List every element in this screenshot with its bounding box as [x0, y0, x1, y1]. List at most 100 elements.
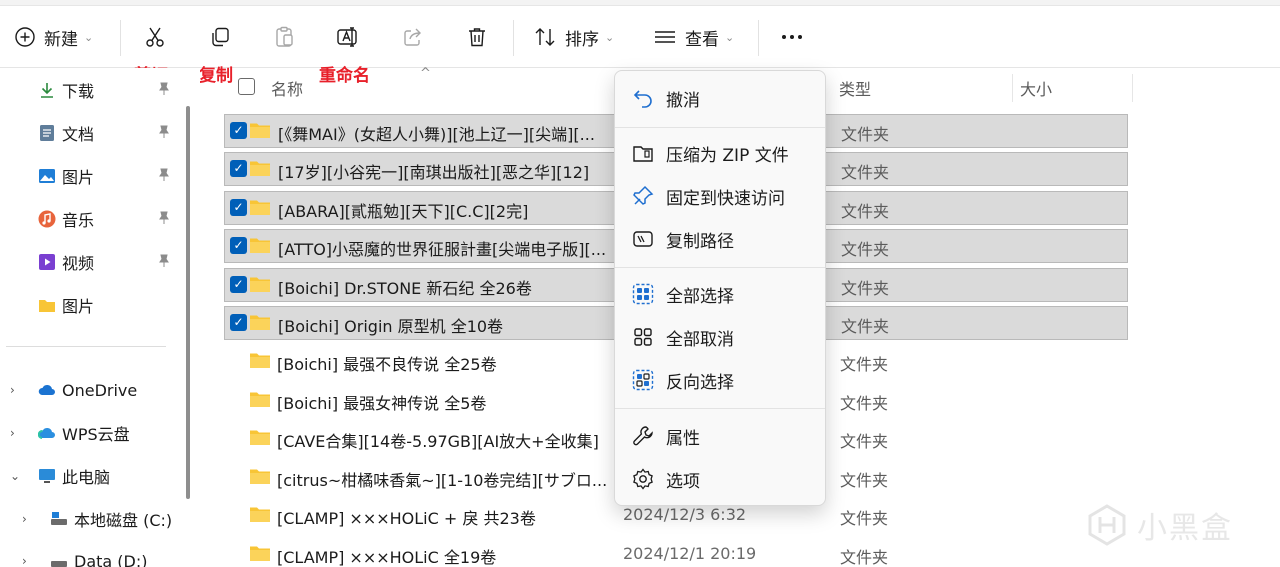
file-name: [CAVE合集][14卷-5.97GB][AI放大+全收集]: [277, 432, 599, 451]
chevron-right-icon[interactable]: ›: [10, 426, 15, 440]
menu-item-label: 属性: [666, 428, 700, 449]
menu-item-pin-quick-access[interactable]: 固定到快速访问: [619, 177, 821, 215]
nav-item-pictures-folder[interactable]: 图片: [0, 288, 178, 322]
menu-item-invert-selection[interactable]: 反向选择: [619, 361, 821, 399]
chevron-down-icon[interactable]: ⌄: [10, 469, 20, 483]
row-checkbox[interactable]: ✓: [230, 160, 247, 177]
pin-icon: [158, 124, 170, 143]
share-icon: [404, 28, 421, 46]
nav-item-this-pc[interactable]: ⌄ 此电脑: [0, 459, 178, 493]
list-view-icon: [655, 31, 675, 43]
menu-item-properties[interactable]: 属性: [619, 417, 821, 455]
paste-icon: [276, 26, 293, 47]
wps-cloud-icon: [38, 427, 55, 439]
nav-item-label: 下载: [62, 82, 95, 101]
chevron-down-icon: ⌄: [725, 30, 735, 44]
nav-scrollbar[interactable]: [186, 106, 190, 499]
sort-button[interactable]: 排序 ⌄: [533, 18, 614, 56]
nav-item-videos[interactable]: 视频: [0, 245, 178, 279]
file-name: [《舞MAI》(女超人小舞)][池上辽一][尖端][...: [278, 125, 595, 144]
undo-icon: [633, 90, 652, 108]
options-icon: [633, 468, 653, 490]
menu-item-undo[interactable]: 撤消: [619, 79, 821, 117]
menu-item-label: 全部选择: [666, 286, 734, 307]
menu-item-label: 全部取消: [666, 329, 734, 350]
folder-icon: [250, 200, 270, 215]
more-options-menu: 撤消 压缩为 ZIP 文件 固定到快速访问 复制路径 全部选择 全部取消 反向选…: [614, 70, 826, 506]
chevron-right-icon[interactable]: ›: [22, 554, 27, 567]
nav-item-music[interactable]: 音乐: [0, 202, 178, 236]
file-name: [Boichi] 最强女神传说 全5卷: [277, 394, 487, 413]
chevron-right-icon[interactable]: ›: [10, 383, 15, 397]
column-divider[interactable]: [1132, 74, 1133, 102]
nav-item-downloads[interactable]: 下载: [0, 73, 178, 107]
new-button-label: 新建: [44, 29, 78, 50]
column-header-size[interactable]: 大小: [1020, 76, 1052, 100]
column-header-name[interactable]: 名称: [271, 76, 303, 100]
column-header-type[interactable]: 类型: [839, 76, 871, 100]
more-options-button[interactable]: [780, 18, 804, 56]
nav-item-pictures[interactable]: 图片: [0, 159, 178, 193]
trash-icon: [469, 28, 485, 47]
chevron-down-icon: ⌄: [84, 30, 94, 44]
row-checkbox[interactable]: ✓: [230, 276, 247, 293]
invert-selection-icon: [632, 369, 654, 391]
folder-icon: [39, 300, 55, 312]
copy-path-icon: [633, 231, 653, 247]
file-name: [Boichi] 最强不良传说 全25卷: [277, 355, 497, 374]
nav-item-drive-d[interactable]: › Data (D:): [12, 544, 190, 567]
pin-icon: [158, 210, 170, 229]
nav-item-label: 此电脑: [62, 468, 111, 487]
nav-item-documents[interactable]: 文档: [0, 116, 178, 150]
menu-item-options[interactable]: 选项: [619, 460, 821, 498]
file-name: [ATTO]小惡魔的世界征服計畫[尖端电子版][...: [278, 240, 607, 259]
nav-item-drive-c[interactable]: › 本地磁盘 (C:): [12, 502, 190, 536]
chevron-right-icon[interactable]: ›: [22, 512, 27, 526]
folder-icon: [250, 123, 270, 138]
nav-item-label: 视频: [62, 254, 95, 273]
share-button[interactable]: [401, 18, 425, 56]
folder-icon: [250, 546, 270, 561]
nav-item-onedrive[interactable]: › OneDrive: [0, 373, 178, 407]
pin-icon: [158, 253, 170, 272]
nav-item-label: Data (D:): [74, 551, 148, 567]
menu-item-label: 压缩为 ZIP 文件: [666, 145, 789, 166]
menu-item-select-all[interactable]: 全部选择: [619, 275, 821, 313]
row-checkbox[interactable]: ✓: [230, 237, 247, 254]
watermark: 小黑盒: [1085, 503, 1233, 547]
cut-button[interactable]: [143, 18, 167, 56]
folder-icon: [250, 353, 270, 368]
view-button[interactable]: 查看 ⌄: [653, 18, 734, 56]
nav-item-label: WPS云盘: [62, 425, 130, 444]
drive-icon: [51, 512, 67, 525]
menu-divider: [615, 408, 825, 409]
copy-button[interactable]: [208, 18, 232, 56]
column-divider[interactable]: [1012, 74, 1013, 102]
watermark-text: 小黑盒: [1137, 511, 1233, 546]
file-type: 文件夹: [841, 317, 890, 336]
video-icon: [39, 254, 55, 270]
new-button[interactable]: 新建 ⌄: [14, 18, 93, 56]
file-row[interactable]: [CLAMP] ×××HOLiC 全19卷 2024/12/1 20:19 文件夹: [224, 537, 1128, 567]
menu-item-copy-path[interactable]: 复制路径: [619, 220, 821, 258]
file-name: [CLAMP] ×××HOLiC + 戾 共23卷: [277, 509, 536, 528]
file-type: 文件夹: [840, 509, 889, 528]
nav-item-label: 图片: [62, 297, 95, 316]
menu-item-label: 反向选择: [666, 372, 734, 393]
scissors-icon: [146, 27, 164, 47]
onedrive-icon: [38, 384, 55, 395]
row-checkbox[interactable]: ✓: [230, 314, 247, 331]
nav-item-label: 文档: [62, 125, 95, 144]
nav-item-wps-cloud[interactable]: › WPS云盘: [0, 416, 178, 450]
nav-item-label: 本地磁盘 (C:): [74, 511, 173, 530]
chevron-down-icon: ⌄: [605, 30, 615, 44]
rename-button[interactable]: [335, 18, 361, 56]
menu-item-select-none[interactable]: 全部取消: [619, 318, 821, 356]
select-all-checkbox[interactable]: [238, 78, 255, 95]
row-checkbox[interactable]: ✓: [230, 122, 247, 139]
paste-button[interactable]: [273, 18, 297, 56]
sort-icon: [535, 28, 555, 46]
row-checkbox[interactable]: ✓: [230, 199, 247, 216]
delete-button[interactable]: [465, 18, 489, 56]
menu-item-compress-zip[interactable]: 压缩为 ZIP 文件: [619, 134, 821, 172]
